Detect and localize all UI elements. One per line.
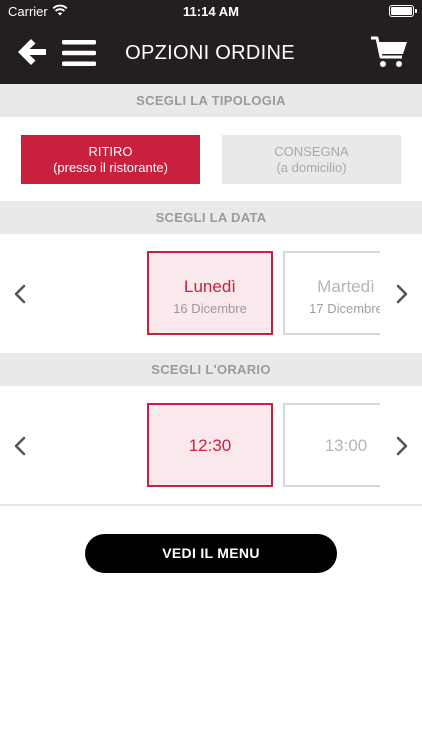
date-card-date: 17 Dicembre: [309, 301, 380, 316]
date-card[interactable]: Martedì 17 Dicembre: [283, 251, 380, 335]
page-title: OPZIONI ORDINE: [125, 42, 295, 64]
status-bar: Carrier 11:14 AM: [0, 0, 422, 22]
pickup-option-title: RITIRO: [88, 144, 133, 159]
delivery-option-button[interactable]: CONSEGNA (a domicilio): [222, 135, 401, 184]
date-card-day: Martedì: [317, 277, 375, 296]
time-carousel: 12:30 13:00: [147, 403, 380, 488]
time-card-time: 13:00: [324, 436, 368, 455]
date-section-header: SCEGLI LA DATA: [0, 201, 422, 234]
top-navigation-bar: OPZIONI ORDINE: [0, 22, 422, 84]
chevron-right-icon[interactable]: [394, 435, 410, 457]
view-menu-button[interactable]: VEDI IL MENU: [85, 534, 337, 573]
hamburger-menu-icon[interactable]: [62, 39, 96, 67]
delivery-option-subtitle: (a domicilio): [276, 160, 347, 175]
date-carousel: Lunedì 16 Dicembre Martedì 17 Dicembre: [147, 251, 380, 336]
date-card-date: 16 Dicembre: [173, 301, 247, 316]
time-card-selected[interactable]: 12:30: [147, 403, 273, 487]
chevron-right-icon[interactable]: [394, 283, 410, 305]
delivery-option-title: CONSEGNA: [274, 144, 349, 159]
arrow-left-icon[interactable]: [16, 36, 48, 68]
type-section-header: SCEGLI LA TIPOLOGIA: [0, 84, 422, 117]
time-section-header: SCEGLI L'ORARIO: [0, 353, 422, 386]
time-card[interactable]: 13:00: [283, 403, 380, 487]
status-time: 11:14 AM: [183, 4, 239, 19]
chevron-left-icon[interactable]: [12, 283, 28, 305]
date-card-selected[interactable]: Lunedì 16 Dicembre: [147, 251, 273, 335]
section-divider: [0, 504, 422, 506]
time-card-time: 12:30: [188, 436, 232, 455]
chevron-left-icon[interactable]: [12, 435, 28, 457]
cart-icon[interactable]: [370, 36, 408, 70]
pickup-option-button[interactable]: RITIRO (presso il ristorante): [21, 135, 200, 184]
battery-icon: [389, 5, 417, 17]
date-card-day: Lunedì: [184, 277, 236, 296]
pickup-option-subtitle: (presso il ristorante): [53, 160, 168, 175]
